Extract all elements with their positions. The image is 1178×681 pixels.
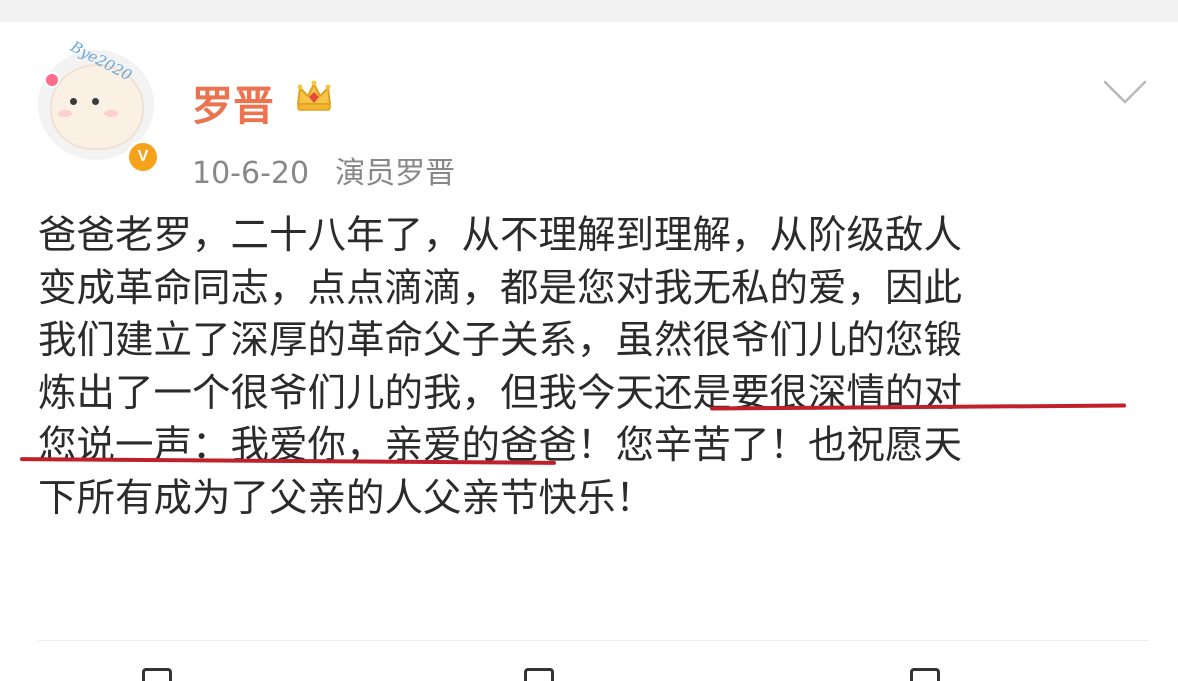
repost-icon	[142, 668, 172, 681]
like-button[interactable]	[910, 668, 940, 681]
comment-icon	[524, 668, 554, 681]
like-icon	[910, 668, 940, 681]
avatar-eye-right	[92, 98, 99, 105]
repost-button[interactable]	[142, 668, 172, 681]
post-body: 爸爸老罗，二十八年了，从不理解到理解，从阶级敌人 变成革命同志，点点滴滴，都是您…	[38, 210, 1148, 525]
post-date: 10-6-20	[192, 156, 310, 191]
avatar[interactable]: Bye2020 V	[38, 37, 160, 174]
comment-button[interactable]	[524, 668, 554, 681]
verified-badge-icon: V	[126, 140, 160, 174]
post-body-line: 爸爸老罗，二十八年了，从不理解到理解，从阶级敌人	[38, 213, 963, 258]
avatar-decoration	[44, 72, 60, 88]
avatar-blush-left	[58, 110, 72, 117]
chevron-down-icon[interactable]	[1102, 78, 1148, 106]
action-bar	[0, 650, 1178, 681]
post-meta: 10-6-20 演员罗晋	[192, 148, 455, 192]
post-body-line: 变成革命同志，点点滴滴，都是您对我无私的爱，因此	[38, 265, 963, 311]
post-body-line: 我们建立了深厚的革命父子关系，虽然很爷们儿的您锻	[38, 318, 963, 363]
post-source[interactable]: 演员罗晋	[335, 156, 455, 191]
post-body-line: 炼出了一个很爷们儿的我，但我今天还是要很深情的对	[38, 370, 963, 416]
author-name[interactable]: 罗晋	[192, 72, 274, 132]
divider	[38, 640, 1148, 641]
avatar-blush-right	[104, 110, 118, 117]
avatar-eye-left	[70, 98, 77, 105]
post-body-line: 下所有成为了父亲的人父亲节快乐！	[38, 475, 655, 521]
top-bar	[0, 0, 1178, 22]
crown-icon	[297, 80, 331, 111]
post-body-line: 您说一声：我爱你，亲爱的爸爸！您辛苦了！也祝愿天	[38, 423, 963, 468]
